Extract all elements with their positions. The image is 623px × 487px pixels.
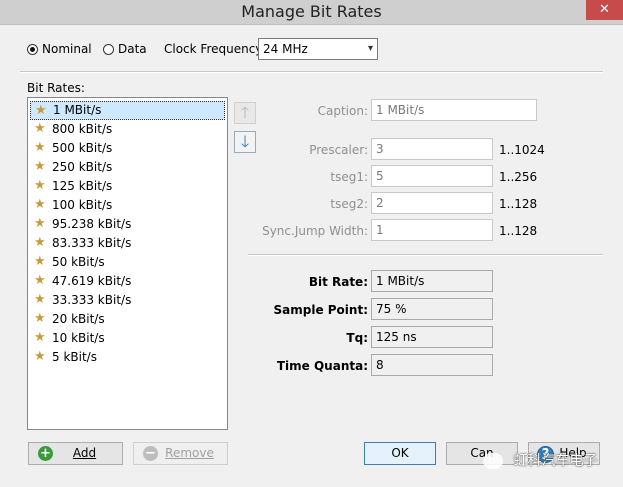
- star-icon: ★: [35, 103, 47, 118]
- chat-bubble-icon: [483, 453, 503, 469]
- close-button[interactable]: ✕: [586, 0, 623, 20]
- bit-rate-label: Bit Rate:: [308, 275, 368, 289]
- remove-button[interactable]: − Remove: [133, 442, 228, 465]
- add-button[interactable]: + Add: [28, 442, 123, 465]
- tseg1-label: tseg1:: [330, 170, 368, 184]
- tseg2-range: 1..128: [499, 197, 538, 211]
- caption-input[interactable]: 1 MBit/s: [371, 99, 537, 121]
- time-quanta-value: 8: [371, 354, 493, 376]
- star-icon: ★: [34, 159, 46, 174]
- sync-jump-width-label: Sync.Jump Width:: [262, 224, 368, 238]
- star-icon: ★: [34, 121, 46, 136]
- list-item[interactable]: ★ 100 kBit/s: [30, 196, 225, 215]
- star-icon: ★: [34, 273, 46, 288]
- sync-jump-width-range: 1..128: [499, 224, 538, 238]
- nominal-radio-indicator[interactable]: [27, 43, 38, 55]
- clock-frequency-value: 24 MHz: [263, 42, 308, 56]
- tseg2-label: tseg2:: [330, 197, 368, 211]
- sync-jump-width-input[interactable]: 1: [371, 219, 493, 241]
- chevron-down-icon: ▾: [367, 43, 373, 54]
- watermark: 虹科汽车电子: [483, 450, 623, 472]
- sample-point-label: Sample Point:: [273, 303, 369, 317]
- plus-circle-icon: +: [38, 446, 53, 461]
- tq-value: 125 ns: [371, 326, 493, 348]
- list-item[interactable]: ★ 125 kBit/s: [30, 177, 225, 196]
- close-icon: ✕: [599, 2, 610, 17]
- star-icon: ★: [34, 140, 46, 155]
- list-item[interactable]: ★ 95.238 kBit/s: [30, 215, 225, 234]
- list-item[interactable]: ★ 20 kBit/s: [30, 310, 225, 329]
- star-icon: ★: [34, 216, 46, 231]
- list-item[interactable]: ★ 1 MBit/s: [30, 101, 225, 120]
- tseg2-input[interactable]: 2: [371, 192, 493, 214]
- star-icon: ★: [34, 349, 46, 364]
- divider: [20, 71, 603, 73]
- bit-rates-label: Bit Rates:: [27, 81, 85, 95]
- clock-frequency-select[interactable]: 24 MHz ▾: [258, 38, 378, 60]
- star-icon: ★: [34, 235, 46, 250]
- list-item[interactable]: ★ 50 kBit/s: [30, 253, 225, 272]
- minus-circle-icon: −: [143, 446, 158, 461]
- nominal-radio[interactable]: Nominal: [27, 42, 92, 56]
- divider: [248, 254, 603, 256]
- star-icon: ★: [34, 254, 46, 269]
- sample-point-value: 75 %: [371, 298, 493, 320]
- list-item[interactable]: ★ 5 kBit/s: [30, 348, 225, 367]
- star-icon: ★: [34, 178, 46, 193]
- prescaler-input[interactable]: 3: [371, 138, 493, 160]
- list-item[interactable]: ★ 33.333 kBit/s: [30, 291, 225, 310]
- bit-rate-value: 1 MBit/s: [371, 270, 493, 292]
- tq-label: Tq:: [346, 331, 368, 345]
- time-quanta-label: Time Quanta:: [276, 359, 368, 373]
- data-radio-indicator[interactable]: [103, 43, 114, 55]
- star-icon: ★: [34, 330, 46, 345]
- ok-button[interactable]: OK: [364, 442, 436, 465]
- list-item[interactable]: ★ 10 kBit/s: [30, 329, 225, 348]
- clock-frequency-label: Clock Frequency:: [164, 42, 266, 56]
- data-radio[interactable]: Data: [103, 42, 147, 56]
- nominal-radio-label: Nominal: [42, 42, 92, 56]
- bit-rates-list[interactable]: ★ 1 MBit/s ★ 800 kBit/s ★ 500 kBit/s ★ 250 k…: [27, 97, 228, 430]
- list-item[interactable]: ★ 83.333 kBit/s: [30, 234, 225, 253]
- list-item[interactable]: ★ 250 kBit/s: [30, 158, 225, 177]
- caption-label: Caption:: [317, 104, 368, 118]
- tseg1-range: 1..256: [499, 170, 538, 184]
- star-icon: ★: [34, 292, 46, 307]
- window-title: Manage Bit Rates: [241, 2, 382, 21]
- list-item[interactable]: ★ 500 kBit/s: [30, 139, 225, 158]
- data-radio-label: Data: [118, 42, 147, 56]
- list-item[interactable]: ★ 800 kBit/s: [30, 120, 225, 139]
- list-item[interactable]: ★ 47.619 kBit/s: [30, 272, 225, 291]
- tseg1-input[interactable]: 5: [371, 165, 493, 187]
- star-icon: ★: [34, 311, 46, 326]
- prescaler-range: 1..1024: [499, 143, 545, 157]
- star-icon: ★: [34, 197, 46, 212]
- prescaler-label: Prescaler:: [309, 143, 368, 157]
